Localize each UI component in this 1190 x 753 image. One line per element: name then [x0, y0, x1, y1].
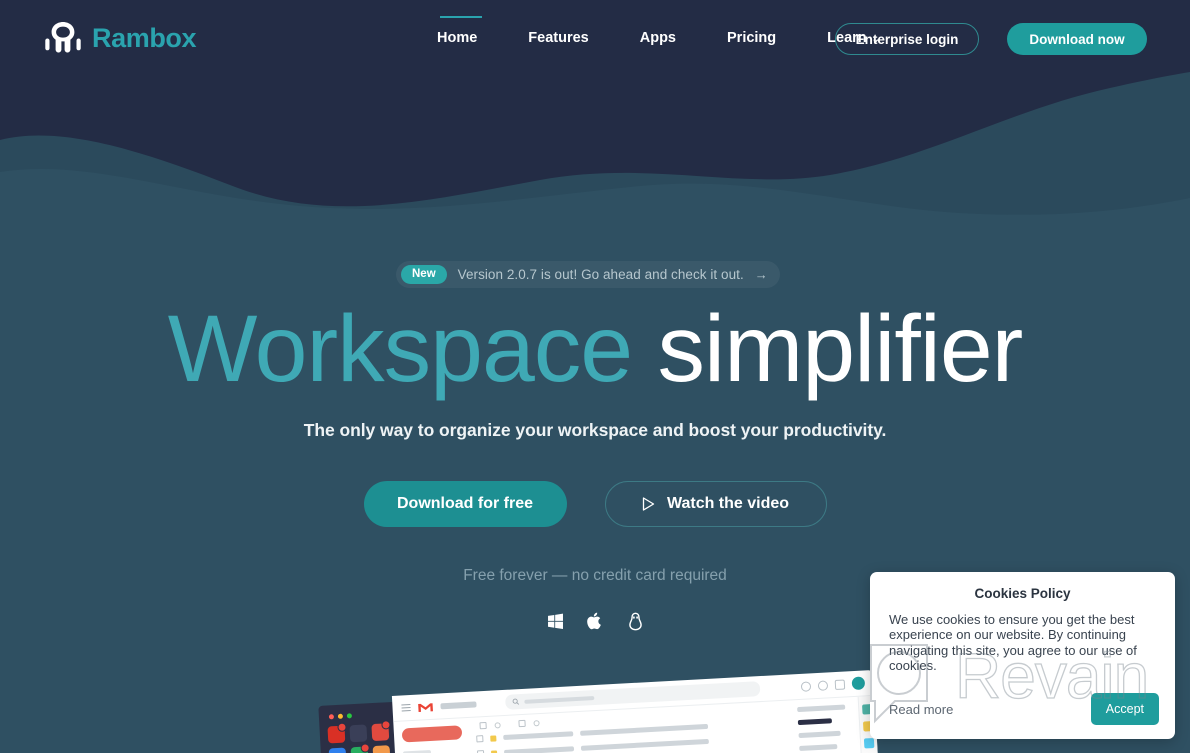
page-root: Rambox Home Features Apps Pricing Learn … — [0, 0, 1190, 753]
cookies-policy-dialog: Cookies Policy We use cookies to ensure … — [870, 572, 1175, 739]
mockup-app-icon — [327, 722, 347, 744]
mockup-app-icon — [350, 743, 370, 753]
nav-item-features[interactable]: Features — [528, 30, 608, 46]
hero-subheadline: The only way to organize your workspace … — [303, 420, 887, 440]
hamburger-menu-icon — [401, 704, 411, 712]
site-header: Rambox Home Features Apps Pricing Learn … — [0, 0, 1190, 78]
brand-logo[interactable]: Rambox — [44, 18, 197, 58]
enterprise-login-button[interactable]: Enterprise login — [835, 23, 979, 55]
nav-item-pricing-label: Pricing — [727, 30, 777, 46]
hero-cta-row: Download for free Watch the video — [0, 481, 1190, 527]
windows-icon[interactable] — [544, 609, 566, 633]
avatar — [851, 676, 866, 691]
watch-the-video-button[interactable]: Watch the video — [604, 481, 827, 527]
mockup-app-icon-list — [325, 720, 397, 753]
search-icon — [512, 698, 520, 705]
apple-icon[interactable] — [584, 609, 606, 633]
mockup-gmail-wordmark — [440, 700, 477, 709]
page-title: Workspace simplifier — [0, 299, 1190, 400]
version-announcement-banner[interactable]: New Version 2.0.7 is out! Go ahead and c… — [396, 261, 780, 288]
accept-cookies-button[interactable]: Accept — [1090, 693, 1159, 725]
play-triangle-icon — [642, 497, 655, 511]
announcement-text: Version 2.0.7 is out! Go ahead and check… — [457, 267, 744, 282]
nav-item-apps[interactable]: Apps — [640, 30, 696, 46]
mockup-app-icon — [372, 745, 391, 753]
download-now-button[interactable]: Download now — [1007, 23, 1147, 55]
linux-penguin-icon[interactable] — [624, 609, 646, 633]
nav-item-apps-label: Apps — [639, 30, 676, 46]
download-for-free-button[interactable]: Download for free — [363, 481, 567, 527]
mockup-app-icon — [349, 724, 368, 743]
headline-accent-word: Workspace — [167, 296, 633, 402]
gmail-logo-icon — [418, 702, 433, 712]
mockup-app-icon — [371, 720, 391, 742]
headline-plain-word: simplifier — [657, 296, 1024, 402]
mockup-compose-button — [401, 725, 463, 743]
nav-item-features-label: Features — [528, 30, 589, 46]
new-badge: New — [401, 264, 447, 285]
cookies-policy-footer: Read more Accept — [889, 693, 1159, 725]
mockup-gmail-nav — [393, 718, 479, 753]
mockup-window-controls — [328, 711, 393, 720]
nav-item-home[interactable]: Home — [437, 16, 497, 46]
watch-the-video-label: Watch the video — [666, 495, 790, 512]
cookies-policy-title: Cookies Policy — [974, 586, 1071, 601]
mockup-app-icon — [328, 747, 347, 753]
brand-name: Rambox — [92, 22, 197, 53]
primary-navigation: Home Features Apps Pricing Learn ⌄ — [437, 16, 900, 46]
cookies-policy-body: We use cookies to ensure you get the bes… — [889, 612, 1137, 674]
mockup-topbar-actions — [800, 676, 866, 692]
rambox-logo-icon — [45, 22, 81, 53]
read-more-link[interactable]: Read more — [889, 702, 953, 717]
nav-item-pricing[interactable]: Pricing — [727, 30, 796, 46]
arrow-right-icon: → — [754, 267, 768, 282]
nav-item-home-label: Home — [437, 30, 478, 46]
mockup-app-sidebar — [318, 701, 402, 753]
